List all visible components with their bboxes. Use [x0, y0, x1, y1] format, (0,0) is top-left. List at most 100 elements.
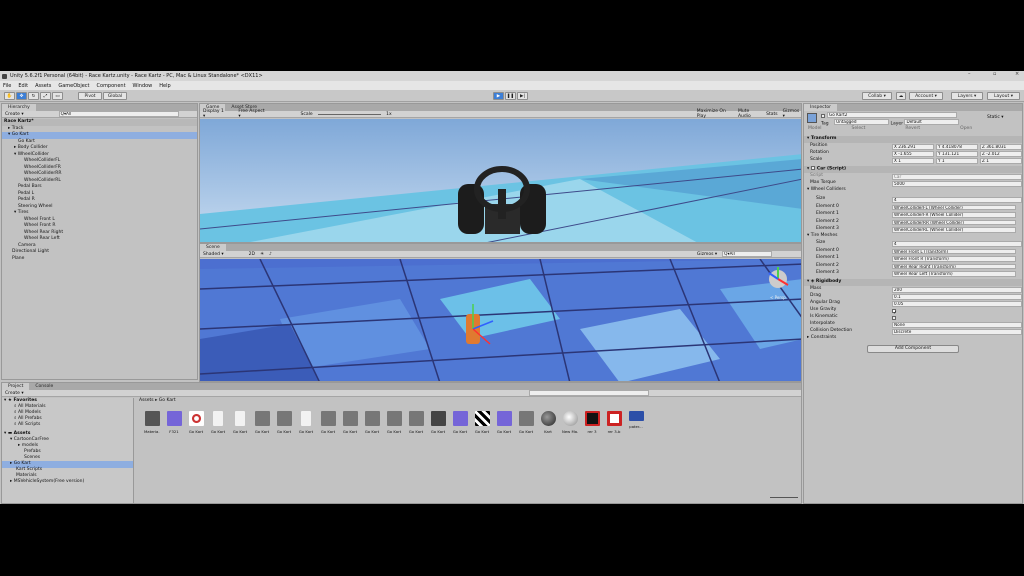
tab-hierarchy[interactable]: Hierarchy	[2, 104, 36, 111]
active-checkbox[interactable]	[821, 114, 825, 118]
global-button[interactable]: Global	[103, 92, 127, 100]
menu-gameobject[interactable]: GameObject	[58, 83, 89, 89]
interpolate-dropdown[interactable]: None	[892, 322, 1022, 328]
position-x-field[interactable]: X 236.291	[892, 144, 934, 150]
game-viewport[interactable]	[200, 119, 802, 243]
rect-tool-button[interactable]: ▭	[52, 92, 63, 100]
menu-help[interactable]: Help	[159, 83, 170, 89]
game-gizmos-dropdown[interactable]: Gizmos ▾	[783, 109, 801, 119]
mass-field[interactable]: 200	[892, 287, 1022, 293]
add-component-button[interactable]: Add Component	[867, 345, 959, 353]
tag-dropdown[interactable]: Untagged	[834, 119, 890, 125]
minimize-icon[interactable]: –	[968, 71, 971, 77]
rotation-x-field[interactable]: X -1.655	[892, 151, 934, 157]
asset-material[interactable]: Materia...	[144, 411, 160, 434]
pause-button[interactable]: ❚❚	[505, 92, 516, 100]
scale-x-field[interactable]: X 1	[892, 158, 934, 164]
asset-go-kart-1[interactable]: Go Kart	[210, 411, 226, 434]
wc-element-3-field[interactable]: WheelColliderRL (Wheel Collider)	[892, 227, 1016, 233]
prefab-select-button[interactable]: Select	[852, 126, 866, 131]
collision-detection-dropdown[interactable]: Discrete	[892, 329, 1022, 335]
asset-go-kart-3[interactable]: Go Kart	[254, 411, 270, 434]
tab-scene[interactable]: Scene	[200, 244, 226, 251]
account-button[interactable]: Account ▾	[909, 92, 943, 100]
menu-edit[interactable]: Edit	[18, 83, 28, 89]
position-y-field[interactable]: Y 4.418078	[936, 144, 978, 150]
asset-go-kart-15[interactable]: Go Kart	[518, 411, 534, 434]
asset-go-kart-10[interactable]: Go Kart	[408, 411, 424, 434]
rigidbody-header[interactable]: ▾ ◈ Rigidbody	[804, 279, 1022, 286]
asset-f321[interactable]: F321	[166, 411, 182, 434]
prefab-open-button[interactable]: Open	[960, 126, 972, 131]
scale-tool-button[interactable]: ⤢	[40, 92, 51, 100]
pivot-button[interactable]: Pivot	[78, 92, 102, 100]
prefab-revert-button[interactable]: Revert	[905, 126, 920, 131]
persp-label[interactable]: < Persp	[770, 295, 786, 300]
car-script-header[interactable]: ▾ Car (Script)	[804, 166, 1022, 173]
collab-button[interactable]: Collab ▾	[862, 92, 892, 100]
rotate-tool-button[interactable]: ↻	[28, 92, 39, 100]
scale-slider[interactable]	[317, 113, 382, 115]
wheel-colliders-foldout[interactable]: ▾ Wheel Colliders	[804, 187, 1022, 194]
rotation-z-field[interactable]: Z -2.012	[980, 151, 1022, 157]
layout-button[interactable]: Layout ▾	[987, 92, 1020, 100]
constraints-foldout[interactable]: ▸ Constraints	[804, 335, 1022, 342]
layers-button[interactable]: Layers ▾	[951, 92, 983, 100]
hierarchy-search-input[interactable]: Q▾All	[58, 111, 179, 117]
icon-size-slider[interactable]	[770, 497, 798, 498]
menu-window[interactable]: Window	[133, 83, 153, 89]
project-create-button[interactable]: Create ▾	[5, 391, 24, 396]
object-name-input[interactable]: Go Kart2	[827, 112, 957, 118]
transform-header[interactable]: ▾ Transform	[804, 136, 1022, 143]
move-tool-button[interactable]: ✥	[16, 92, 27, 100]
shaded-dropdown[interactable]: Shaded ▾	[203, 252, 224, 257]
asset-go-kart-13[interactable]: Go Kart	[474, 411, 490, 434]
wc-element-2-field[interactable]: WheelColliderRR (Wheel Collider)	[892, 219, 1016, 225]
asset-go-kart-14[interactable]: Go Kart	[496, 411, 512, 434]
menu-file[interactable]: File	[3, 83, 11, 89]
asset-rer-3-b[interactable]: rer 3-b	[606, 411, 622, 434]
mute-audio-toggle[interactable]: Mute Audio	[738, 109, 761, 119]
folder-msvehiclesystem[interactable]: ▸ MSVehicleSystem(Free version)	[2, 479, 133, 486]
wc-element-1-field[interactable]: WheelColliderFR (Wheel Collider)	[892, 212, 1016, 218]
tm-element-2-field[interactable]: Wheel Rear Right (Transform)	[892, 263, 1016, 269]
script-field[interactable]: Car	[892, 174, 1022, 180]
rotation-y-field[interactable]: Y 131.121	[936, 151, 978, 157]
breadcrumb-go-kart[interactable]: Go Kart	[159, 398, 176, 403]
asset-go-kart-0[interactable]: Go Kart	[188, 411, 204, 434]
audio-toggle-icon[interactable]: ♪	[269, 252, 272, 257]
asset-go-kart-9[interactable]: Go Kart	[386, 411, 402, 434]
asset-pattern[interactable]: pater...	[628, 411, 644, 429]
scale-z-field[interactable]: Z 1	[980, 158, 1022, 164]
hierarchy-create-button[interactable]: Create ▾	[5, 112, 24, 117]
car-script-enabled-checkbox[interactable]	[810, 166, 815, 170]
angular-drag-field[interactable]: 0.05	[892, 301, 1022, 307]
close-icon[interactable]: ×	[1015, 71, 1019, 77]
fav-all-scripts[interactable]: ⌕ All Scripts	[2, 422, 133, 429]
tire-meshes-foldout[interactable]: ▾ Tire Meshes	[804, 233, 1022, 240]
play-button[interactable]: ▶	[493, 92, 504, 100]
tab-project[interactable]: Project	[2, 383, 30, 390]
tm-element-0-field[interactable]: Wheel Front L (Transform)	[892, 248, 1016, 254]
asset-go-kart-12[interactable]: Go Kart	[452, 411, 468, 434]
menu-assets[interactable]: Assets	[35, 83, 51, 89]
asset-go-kart-11[interactable]: Go Kart	[430, 411, 446, 434]
asset-kart[interactable]: Kart	[540, 411, 556, 434]
lighting-toggle-icon[interactable]: ☀	[260, 252, 264, 257]
asset-go-kart-4[interactable]: Go Kart	[276, 411, 292, 434]
asset-go-kart-6[interactable]: Go Kart	[320, 411, 336, 434]
scale-y-field[interactable]: Y 1	[936, 158, 978, 164]
tm-element-3-field[interactable]: Wheel Rear Left (Transform)	[892, 271, 1016, 277]
stats-toggle[interactable]: Stats	[766, 112, 778, 117]
layer-dropdown[interactable]: Default	[904, 119, 960, 125]
project-search-input[interactable]	[528, 390, 649, 396]
tm-size-field[interactable]: 4	[892, 241, 1022, 247]
hand-tool-button[interactable]: ✋	[4, 92, 15, 100]
scene-viewport[interactable]	[200, 259, 802, 382]
aspect-dropdown[interactable]: Free Aspect ▾	[238, 109, 265, 119]
asset-go-kart-2[interactable]: Go Kart	[232, 411, 248, 434]
2d-toggle[interactable]: 2D	[249, 252, 255, 257]
tm-element-1-field[interactable]: Wheel Front R (Transform)	[892, 256, 1016, 262]
scene-gizmos-dropdown[interactable]: Gizmos ▾	[697, 252, 717, 257]
asset-go-kart-8[interactable]: Go Kart	[364, 411, 380, 434]
